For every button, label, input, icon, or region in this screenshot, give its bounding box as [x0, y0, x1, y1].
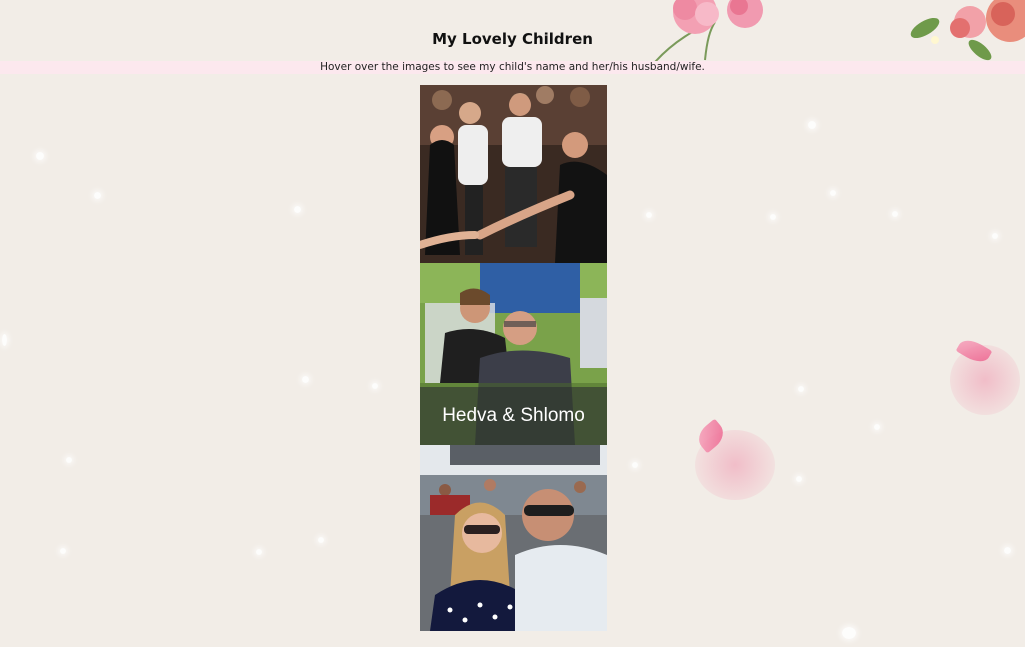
gallery-photo-1[interactable]: [420, 85, 607, 263]
photo-caption: Hedva & Shlomo: [442, 405, 585, 426]
page-subtitle: Hover over the images to see my child's …: [320, 61, 705, 73]
gallery-photo-3[interactable]: [420, 445, 607, 631]
gallery-photo-2[interactable]: Hedva & Shlomo: [420, 263, 607, 445]
page-title: My Lovely Children: [432, 30, 593, 48]
dancing-party-photo: [420, 85, 607, 263]
couple-selfie-photo: [420, 445, 607, 631]
photo-caption-overlay: Hedva & Shlomo: [420, 387, 607, 445]
children-gallery: Hedva & Shlomo: [420, 85, 607, 631]
